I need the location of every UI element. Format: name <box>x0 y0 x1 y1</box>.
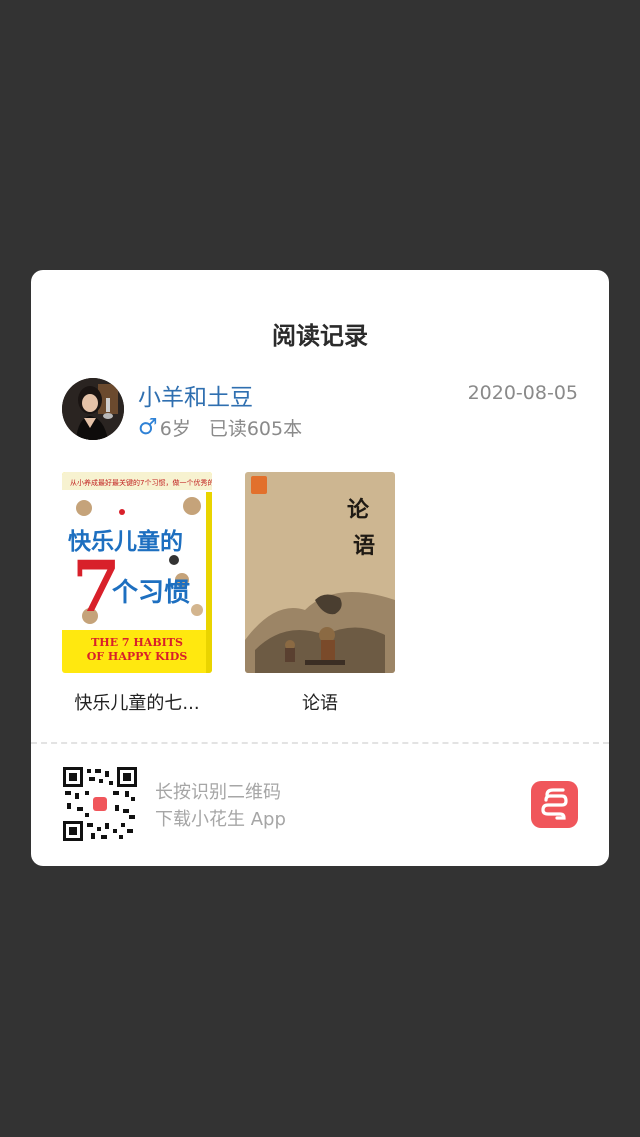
cover-spine-strip <box>206 492 212 673</box>
male-icon: ♂ <box>138 415 158 440</box>
cover-title-en-1: THE 7 HABITS <box>91 636 183 649</box>
cover-title-cn-2: 个习惯 <box>112 578 191 608</box>
card-title: 阅读记录 <box>272 322 368 350</box>
book-cover[interactable]: 从小养成最好最关键的7个习惯，做一个优秀的人 快乐儿童的 7 个习惯 THE 7… <box>62 472 212 673</box>
scan-line-1: 长按识别二维码 <box>155 782 281 803</box>
cover-char-1: 论 <box>347 497 370 523</box>
cover-char-2: 语 <box>353 533 376 559</box>
scan-line-2: 下载小花生 App <box>155 809 286 830</box>
book-item[interactable]: 论 语 论语 <box>245 472 395 715</box>
book-title[interactable]: 论语 <box>245 689 395 715</box>
read-count: 已读605本 <box>208 418 303 440</box>
username[interactable]: 小羊和土豆 <box>138 378 253 412</box>
dashed-divider <box>31 742 609 744</box>
cover-painting <box>245 592 395 673</box>
qr-code-icon[interactable] <box>63 767 137 841</box>
user-meta: ♂ 6岁 已读605本 <box>138 414 302 441</box>
book-item[interactable]: 从小养成最好最关键的7个习惯，做一个优秀的人 快乐儿童的 7 个习惯 THE 7… <box>62 472 212 715</box>
book-cover[interactable]: 论 语 <box>245 472 395 673</box>
cover-title-en-2: OF HAPPY KIDS <box>86 650 188 663</box>
cover-title-en: THE 7 HABITS OF HAPPY KIDS <box>62 636 212 664</box>
publisher-badge-icon <box>251 476 267 494</box>
reading-record-card: 阅读记录 小羊和土豆 2020-08-05 ♂ 6岁 已读605本 从小养成最好… <box>31 270 609 866</box>
user-age: 6岁 <box>159 418 191 440</box>
book-title[interactable]: 快乐儿童的七... <box>62 689 212 715</box>
scan-instructions: 长按识别二维码 下载小花生 App <box>155 779 286 833</box>
cover-top-text: 从小养成最好最关键的7个习惯，做一个优秀的人 <box>70 479 212 487</box>
record-date: 2020-08-05 <box>467 382 578 404</box>
xiaohuasheng-app-icon <box>531 781 578 828</box>
avatar <box>62 378 124 440</box>
